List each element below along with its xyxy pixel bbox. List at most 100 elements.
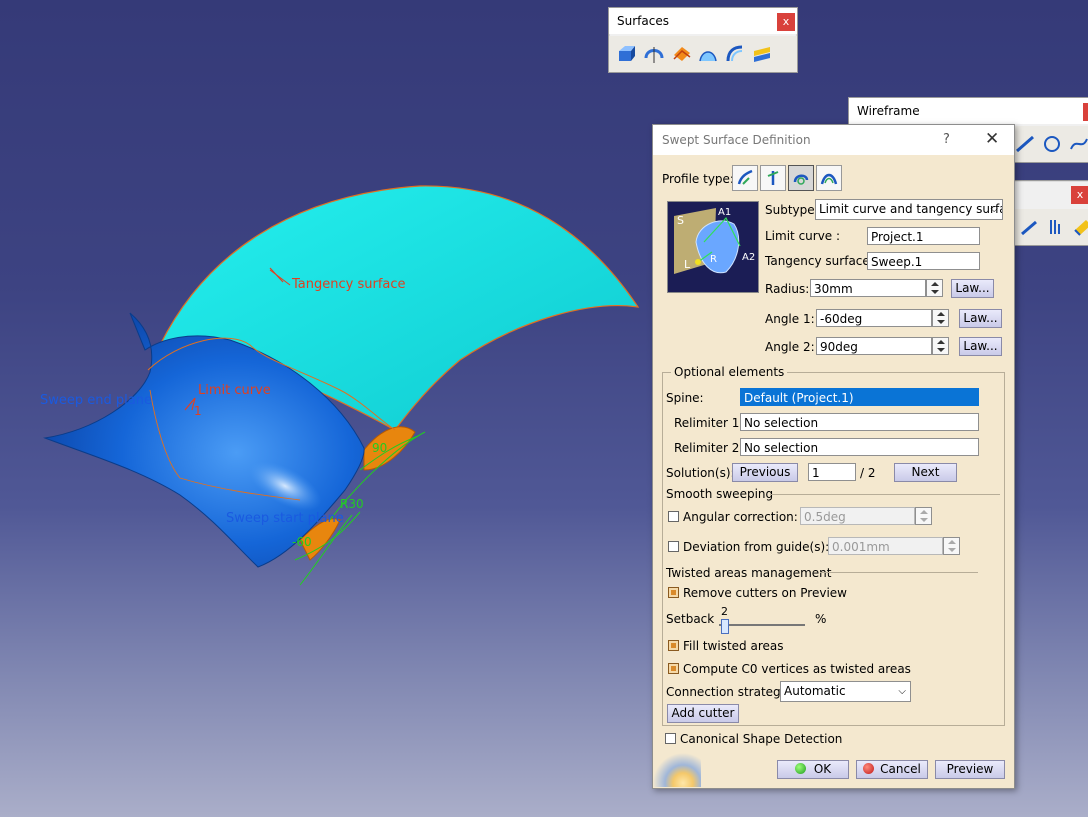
twisted-areas-label: Twisted areas management xyxy=(666,566,832,580)
radius-spinner[interactable] xyxy=(926,279,943,297)
subtype-select[interactable]: Limit curve and tangency surfa ⌵ xyxy=(815,199,1003,220)
ok-status-icon xyxy=(794,763,806,774)
profile-type-label: Profile type: xyxy=(662,172,734,186)
angular-correction-checkbox[interactable] xyxy=(668,511,679,522)
plane-icon[interactable] xyxy=(1044,215,1068,239)
blend-surface-icon[interactable] xyxy=(750,42,774,66)
cancel-button[interactable]: Cancel xyxy=(856,760,928,779)
fill-twisted-label: Fill twisted areas xyxy=(683,639,784,653)
profile-type-conic-button[interactable] xyxy=(816,165,842,191)
relimiter1-field[interactable]: No selection xyxy=(740,413,979,431)
preview-button[interactable]: Preview xyxy=(935,760,1005,779)
angular-correction-field[interactable]: 0.5deg xyxy=(800,507,915,525)
setback-slider[interactable] xyxy=(719,619,805,634)
previous-button[interactable]: Previous xyxy=(732,463,798,482)
angle1-law-button[interactable]: Law... xyxy=(959,309,1002,328)
swept-surface-dialog: Swept Surface Definition ? ✕ Profile typ… xyxy=(652,124,1015,789)
third-toolbar-close-button[interactable]: x xyxy=(1071,186,1088,204)
sweep-surface-icon[interactable] xyxy=(696,42,720,66)
deviation-label: Deviation from guide(s): xyxy=(683,540,830,554)
dialog-title: Swept Surface Definition xyxy=(662,133,811,147)
profile-explicit-icon xyxy=(737,169,753,185)
profile-type-circle-button[interactable] xyxy=(788,165,814,191)
preview-a2-label: A2 xyxy=(742,252,755,263)
wireframe-toolbar-title: Wireframe xyxy=(849,98,1088,124)
limit-curve-field[interactable]: Project.1 xyxy=(867,227,980,245)
dialog-close-button[interactable]: ✕ xyxy=(985,129,999,149)
preview-s-label: S xyxy=(677,214,684,227)
add-cutter-button[interactable]: Add cutter xyxy=(667,704,739,723)
profile-type-explicit-button[interactable] xyxy=(732,165,758,191)
subtype-value: Limit curve and tangency surfa xyxy=(819,202,1003,216)
deviation-spinner[interactable] xyxy=(943,537,960,555)
remove-cutters-checkbox[interactable] xyxy=(668,587,679,598)
subtype-preview-image: S A1 A2 L R xyxy=(667,201,759,293)
spine-field[interactable]: Default (Project.1) xyxy=(740,388,979,406)
setback-label: Setback xyxy=(666,612,715,626)
next-button[interactable]: Next xyxy=(894,463,957,482)
cancel-status-icon xyxy=(863,763,875,774)
offset-surface-icon[interactable] xyxy=(669,42,693,66)
profile-conic-icon xyxy=(820,173,838,185)
limit-curve-label: Limit curve : xyxy=(765,229,841,243)
wireframe-toolbar-close-button[interactable] xyxy=(1083,103,1088,121)
angle2-field[interactable]: 90deg xyxy=(816,337,932,355)
spline-icon[interactable] xyxy=(1067,132,1088,156)
ok-button[interactable]: OK xyxy=(777,760,849,779)
extrude-surface-icon[interactable] xyxy=(615,42,639,66)
radius-field[interactable]: 30mm xyxy=(810,279,926,297)
preview-a1-label: A1 xyxy=(718,207,731,218)
tangency-surface-label: Tangency surface: xyxy=(765,254,874,268)
sweep-end-plane-label: Sweep end plane xyxy=(40,393,152,408)
profile-line-icon xyxy=(767,171,779,185)
radius-law-button[interactable]: Law... xyxy=(951,279,994,298)
deviation-checkbox[interactable] xyxy=(668,541,679,552)
twisted-areas-divider xyxy=(820,572,978,573)
solutions-label: Solution(s): xyxy=(666,466,735,480)
help-button[interactable]: ? xyxy=(943,132,950,147)
canonical-shape-label: Canonical Shape Detection xyxy=(680,732,843,746)
cancel-label: Cancel xyxy=(880,762,921,776)
angle1-label: Angle 1: xyxy=(765,312,815,326)
dim-90-label: 90 xyxy=(372,441,387,455)
point-icon[interactable] xyxy=(1017,215,1041,239)
sweep-start-plane-label: Sweep start plane xyxy=(226,511,344,526)
surfaces-toolbar-close-button[interactable]: x xyxy=(777,13,795,31)
deviation-field[interactable]: 0.001mm xyxy=(828,537,943,555)
relimiter2-label: Relimiter 2: xyxy=(674,441,744,455)
relimiter2-field[interactable]: No selection xyxy=(740,438,979,456)
project-icon[interactable] xyxy=(1071,215,1088,239)
dim-1-label: 1 xyxy=(194,404,202,418)
compute-c0-checkbox[interactable] xyxy=(668,663,679,674)
connection-strategy-label: Connection strategy: xyxy=(666,685,791,699)
fill-surface-icon[interactable] xyxy=(723,42,747,66)
smooth-sweeping-divider xyxy=(770,494,1000,495)
surfaces-toolbar-title: Surfaces xyxy=(609,8,797,34)
canonical-shape-checkbox[interactable] xyxy=(665,733,676,744)
fill-twisted-checkbox[interactable] xyxy=(668,640,679,651)
radius-label: Radius: xyxy=(765,282,810,296)
chevron-down-icon: ⌵ xyxy=(898,686,906,697)
smooth-sweeping-label: Smooth sweeping xyxy=(666,487,774,501)
angular-correction-spinner[interactable] xyxy=(915,507,932,525)
profile-type-line-button[interactable] xyxy=(760,165,786,191)
spine-label: Spine: xyxy=(666,391,704,405)
circle-icon[interactable] xyxy=(1040,132,1064,156)
angle2-spinner[interactable] xyxy=(932,337,949,355)
third-toolbar[interactable]: x xyxy=(1008,180,1088,246)
setback-slider-handle[interactable] xyxy=(720,619,729,634)
angle1-field[interactable]: -60deg xyxy=(816,309,932,327)
line-icon[interactable] xyxy=(1013,132,1037,156)
angle1-spinner[interactable] xyxy=(932,309,949,327)
optional-elements-label: Optional elements xyxy=(671,365,788,379)
connection-strategy-select[interactable]: Automatic ⌵ xyxy=(780,681,911,702)
angle2-law-button[interactable]: Law... xyxy=(959,337,1002,356)
tangency-surface-field[interactable]: Sweep.1 xyxy=(867,252,980,270)
setback-unit: % xyxy=(815,612,827,626)
revolve-surface-icon[interactable] xyxy=(642,42,666,66)
surfaces-toolbar-icons xyxy=(609,36,797,72)
setback-value: 2 xyxy=(721,605,728,618)
surfaces-toolbar[interactable]: Surfaces x xyxy=(608,7,798,73)
compute-c0-label: Compute C0 vertices as twisted areas xyxy=(683,662,911,676)
solution-number-field[interactable]: 1 xyxy=(808,463,856,481)
